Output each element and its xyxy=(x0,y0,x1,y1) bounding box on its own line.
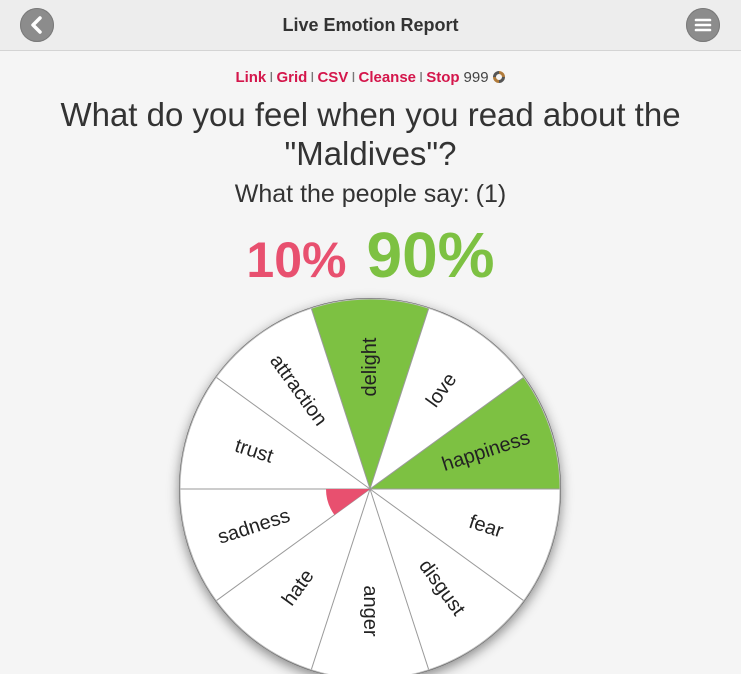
wheel-label-anger: anger xyxy=(359,585,381,636)
emotion-wheel: delight lovehappinessfeardisgustangerhate… xyxy=(179,298,561,674)
wheel-label-delight: delight xyxy=(359,337,381,396)
